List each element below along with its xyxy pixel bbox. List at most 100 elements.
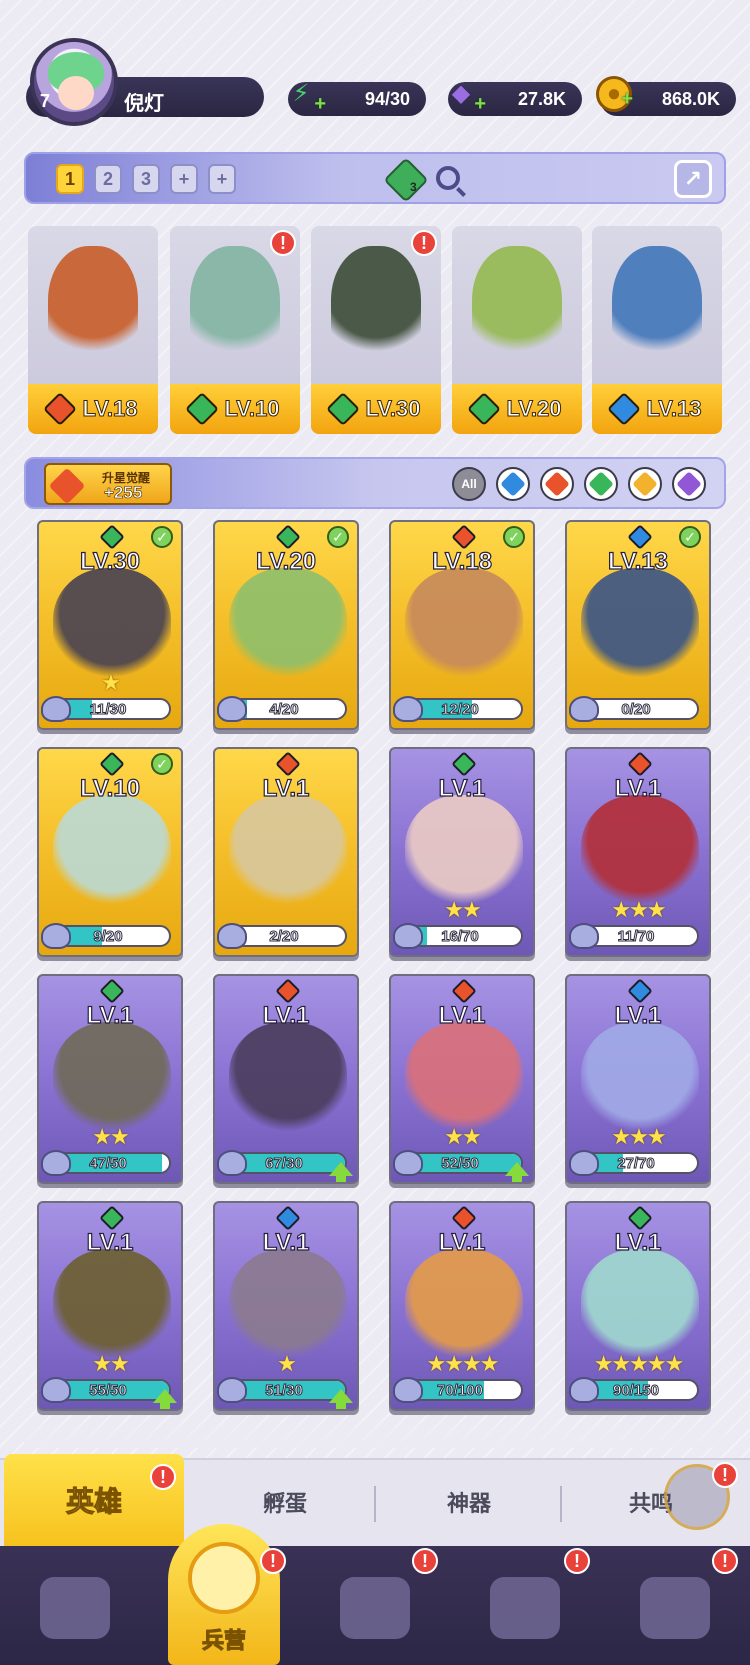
team-tab-add[interactable]: + xyxy=(170,164,198,194)
hero-card[interactable]: ✓ LV.10 9/20 xyxy=(37,747,183,957)
water-element-icon xyxy=(500,471,526,497)
hero-card[interactable]: LV.1 ★★ 55/50 xyxy=(37,1201,183,1411)
hero-card[interactable]: LV.1 ★★★★★ 90/150 xyxy=(565,1201,711,1411)
nav-cards[interactable] xyxy=(20,1560,130,1656)
element-icon xyxy=(99,751,125,777)
coins-value: 868.0K xyxy=(661,88,720,109)
slot-level: LV.10 xyxy=(224,396,280,422)
filter-all[interactable]: All xyxy=(452,467,486,501)
team-tab-1[interactable]: 1 xyxy=(56,164,84,194)
shard-icon xyxy=(393,696,423,722)
hero-portrait xyxy=(405,1022,523,1134)
hero-level: LV.18 xyxy=(431,547,493,575)
team-slot[interactable]: LV.30 xyxy=(311,226,441,434)
plus-icon[interactable]: + xyxy=(474,93,486,116)
gems-value: 27.8K xyxy=(517,88,566,109)
hero-portrait xyxy=(472,246,562,366)
search-icon[interactable] xyxy=(436,166,460,190)
map-icon xyxy=(340,1577,410,1639)
hero-card[interactable]: ✓ LV.20 4/20 xyxy=(213,520,359,730)
filter-water[interactable] xyxy=(496,467,530,501)
hero-card[interactable]: LV.1 ★★ 47/50 xyxy=(37,974,183,1184)
hero-level: LV.13 xyxy=(607,547,669,575)
hero-card[interactable]: ✓ LV.13 0/20 xyxy=(565,520,711,730)
hero-portrait xyxy=(229,795,347,907)
hero-card[interactable]: ✓ LV.18 12/20 xyxy=(389,520,535,730)
hero-level: LV.10 xyxy=(79,774,141,802)
fire-element-icon xyxy=(544,471,570,497)
shard-icon xyxy=(41,923,71,949)
filter-light[interactable] xyxy=(628,467,662,501)
element-icon xyxy=(467,392,502,426)
nav-barracks[interactable]: 兵营 xyxy=(168,1524,280,1665)
team-tab-2[interactable]: 2 xyxy=(94,164,122,194)
hero-level: LV.1 xyxy=(86,1001,134,1029)
star-rating: ★★★★ xyxy=(426,1351,500,1376)
shard-icon xyxy=(569,1377,599,1403)
element-icon xyxy=(275,751,301,777)
team-gem-count: 3 xyxy=(410,180,417,194)
element-icon xyxy=(607,392,642,426)
upgrade-arrow-icon[interactable] xyxy=(505,1162,529,1182)
upgrade-arrow-icon[interactable] xyxy=(153,1389,177,1409)
shard-icon xyxy=(217,1377,247,1403)
nav-barracks-label: 兵营 xyxy=(201,1628,246,1654)
hero-portrait xyxy=(581,1249,699,1361)
shard-icon xyxy=(393,923,423,949)
nav-shop[interactable] xyxy=(620,1560,730,1656)
hero-card[interactable]: LV.1 ★★★ 11/70 xyxy=(565,747,711,957)
tab-artifacts[interactable]: 神器 xyxy=(384,1458,554,1546)
alert-badge: ! xyxy=(564,1548,590,1574)
hero-card[interactable]: LV.1 2/20 xyxy=(213,747,359,957)
hero-card[interactable]: LV.1 67/30 xyxy=(213,974,359,1184)
slot-level: LV.13 xyxy=(646,396,702,422)
element-icon xyxy=(275,978,301,1004)
shard-icon xyxy=(393,1377,423,1403)
share-button[interactable]: ↗ xyxy=(674,160,712,198)
hero-card[interactable]: LV.1 ★ 51/30 xyxy=(213,1201,359,1411)
nav-map[interactable] xyxy=(320,1560,430,1656)
slot-level-strip: LV.30 xyxy=(311,384,441,434)
star-rating: ★ xyxy=(101,670,121,695)
plus-icon[interactable]: + xyxy=(621,88,633,111)
hero-card[interactable]: LV.1 ★★ 52/50 xyxy=(389,974,535,1184)
hero-portrait xyxy=(405,1249,523,1361)
team-tab-add[interactable]: + xyxy=(208,164,236,194)
star-rating: ★★★★★ xyxy=(593,1351,685,1376)
element-icon xyxy=(99,1205,125,1231)
filter-dark[interactable] xyxy=(672,467,706,501)
star-rating: ★★★ xyxy=(611,1124,666,1149)
hero-level: LV.20 xyxy=(255,547,317,575)
sword-icon xyxy=(48,467,86,505)
element-icon xyxy=(627,1205,653,1231)
team-slot[interactable]: LV.10 xyxy=(170,226,300,434)
filter-fire[interactable] xyxy=(540,467,574,501)
plus-icon[interactable]: + xyxy=(314,93,326,116)
gems-counter[interactable]: ◆ + 27.8K xyxy=(448,80,582,116)
hero-portrait xyxy=(405,568,523,680)
filter-wind[interactable] xyxy=(584,467,618,501)
team-slot[interactable]: LV.13 xyxy=(592,226,722,434)
hero-level: LV.1 xyxy=(438,1228,486,1256)
hero-card[interactable]: LV.1 ★★ 16/70 xyxy=(389,747,535,957)
coin-icon: ● + xyxy=(596,76,633,112)
hero-portrait xyxy=(190,246,280,366)
team-tab-3[interactable]: 3 xyxy=(132,164,160,194)
element-icon xyxy=(99,524,125,550)
hero-portrait xyxy=(229,568,347,680)
upgrade-arrow-icon[interactable] xyxy=(329,1389,353,1409)
hero-card[interactable]: LV.1 ★★★★ 70/100 xyxy=(389,1201,535,1411)
nav-guild[interactable] xyxy=(470,1560,580,1656)
wind-element-icon xyxy=(588,471,614,497)
team-slot[interactable]: LV.18 xyxy=(28,226,158,434)
hero-card[interactable]: ✓ LV.30 ★ 11/30 xyxy=(37,520,183,730)
coins-counter[interactable]: ● + 868.0K xyxy=(596,76,736,116)
player-avatar[interactable] xyxy=(30,38,118,126)
hero-card[interactable]: LV.1 ★★★ 27/70 xyxy=(565,974,711,1184)
upgrade-arrow-icon[interactable] xyxy=(329,1162,353,1182)
star-awaken-button[interactable]: 升星觉醒 +255 xyxy=(44,463,172,505)
team-slot[interactable]: LV.20 xyxy=(452,226,582,434)
barracks-icon xyxy=(188,1542,260,1614)
hero-portrait xyxy=(229,1249,347,1361)
energy-counter[interactable]: ⚡ + 94/30 xyxy=(288,80,426,116)
